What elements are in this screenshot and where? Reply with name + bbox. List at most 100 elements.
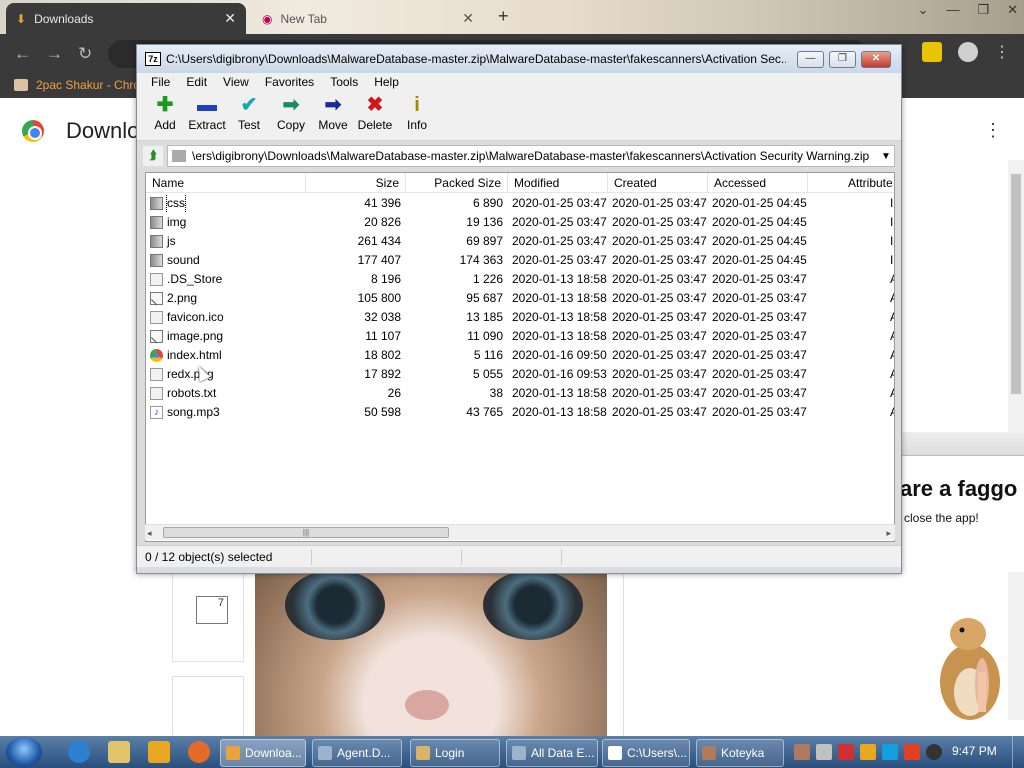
column-accessed[interactable]: Accessed: [708, 173, 808, 193]
column-size[interactable]: Size: [306, 173, 406, 193]
close-button[interactable]: ✕: [861, 51, 891, 68]
path-field[interactable]: ers\digibrony\Downloads\MalwareDatabase-…: [167, 145, 895, 167]
extension-icon[interactable]: [922, 42, 942, 62]
table-row[interactable]: js 261 434 69 897 2020-01-25 03:47 2020-01-2…: [146, 232, 894, 251]
menu-view[interactable]: View: [215, 73, 257, 91]
taskbar-button[interactable]: Agent.D...: [312, 739, 402, 767]
tab-new-tab[interactable]: ◉ New Tab ✕: [252, 3, 484, 34]
file-name-cell[interactable]: ♪ song.mp3: [150, 403, 300, 422]
more-options-icon[interactable]: ⋮: [984, 120, 1002, 141]
taskbar-button[interactable]: Login: [410, 739, 500, 767]
profile-icon[interactable]: [958, 42, 978, 62]
table-row[interactable]: image.png 11 107 11 090 2020-01-13 18:58 202…: [146, 327, 894, 346]
tab-close-icon[interactable]: ✕: [224, 10, 236, 27]
column-created[interactable]: Created: [608, 173, 708, 193]
taskbar-button[interactable]: Koteyka: [696, 739, 784, 767]
tray-search-icon[interactable]: [860, 744, 876, 760]
menu-file[interactable]: File: [143, 73, 178, 91]
menu-help[interactable]: Help: [366, 73, 407, 91]
bookmark-item[interactable]: 2pac Shakur - Chro: [36, 78, 140, 92]
table-row[interactable]: favicon.ico 32 038 13 185 2020-01-13 18:58 2…: [146, 308, 894, 327]
file-name-cell[interactable]: css: [150, 194, 300, 213]
test-button[interactable]: ✔ Test: [227, 93, 271, 139]
maximize-button[interactable]: ❐: [829, 51, 856, 68]
media-player-icon[interactable]: [148, 741, 170, 763]
close-icon[interactable]: ✕: [1007, 2, 1018, 18]
file-created: 2020-01-25 03:47: [612, 215, 707, 229]
tab-downloads[interactable]: ⬇ Downloads ✕: [6, 3, 246, 34]
column-attributes[interactable]: Attribute: [842, 173, 894, 193]
table-row[interactable]: robots.txt 26 38 2020-01-13 18:58 2020-01-25…: [146, 384, 894, 403]
show-desktop-button[interactable]: [1012, 736, 1024, 768]
firefox-icon[interactable]: [188, 741, 210, 763]
tray-display-icon[interactable]: [882, 744, 898, 760]
table-row[interactable]: css 41 396 6 890 2020-01-25 03:47 2020-01-25…: [146, 194, 894, 213]
file-packed-size: 19 136: [466, 215, 503, 229]
taskbar-button[interactable]: All Data E...: [506, 739, 598, 767]
start-button[interactable]: [6, 737, 42, 767]
scroll-left-icon[interactable]: ◂: [147, 528, 152, 539]
table-row[interactable]: sound 177 407 174 363 2020-01-25 03:47 2020-…: [146, 251, 894, 270]
file-explorer-icon[interactable]: [108, 741, 130, 763]
tab-search-icon[interactable]: ⌄: [918, 2, 929, 18]
menu-edit[interactable]: Edit: [178, 73, 215, 91]
menu-favorites[interactable]: Favorites: [257, 73, 322, 91]
minimize-button[interactable]: —: [797, 51, 824, 68]
tray-check-icon[interactable]: [838, 744, 854, 760]
window-icon: [512, 746, 526, 760]
tray-app-icon[interactable]: [816, 744, 832, 760]
user-icon: [416, 746, 430, 760]
file-name-cell[interactable]: index.html: [150, 346, 300, 365]
chrome-menu-icon[interactable]: ⋮: [994, 42, 1010, 62]
table-row[interactable]: .DS_Store 8 196 1 226 2020-01-13 18:58 2020-…: [146, 270, 894, 289]
file-name-cell[interactable]: sound: [150, 251, 300, 270]
internet-explorer-icon[interactable]: [68, 741, 90, 763]
taskbar-button-label: C:\Users\...: [627, 746, 688, 760]
add-button[interactable]: ✚ Add: [143, 93, 187, 139]
file-name-cell[interactable]: robots.txt: [150, 384, 300, 403]
move-button[interactable]: ➡ Move: [311, 93, 355, 139]
info-button[interactable]: i Info: [395, 93, 439, 139]
column-modified[interactable]: Modified: [508, 173, 608, 193]
table-row[interactable]: img 20 826 19 136 2020-01-25 03:47 2020-01-2…: [146, 213, 894, 232]
copy-button[interactable]: ➡ Copy: [269, 93, 313, 139]
file-name-cell[interactable]: image.png: [150, 327, 300, 346]
file-name-cell[interactable]: favicon.ico: [150, 308, 300, 327]
table-row[interactable]: index.html 18 802 5 116 2020-01-16 09:50 202…: [146, 346, 894, 365]
new-tab-button[interactable]: +: [498, 6, 509, 27]
tray-cat-icon[interactable]: [794, 744, 810, 760]
chevron-down-icon[interactable]: ▼: [878, 151, 894, 162]
table-row[interactable]: 2.png 105 800 95 687 2020-01-13 18:58 2020-0…: [146, 289, 894, 308]
file-attributes: I: [890, 215, 894, 229]
file-name-cell[interactable]: img: [150, 213, 300, 232]
page-scrollbar-thumb[interactable]: [1011, 174, 1021, 394]
delete-button[interactable]: ✖ Delete: [353, 93, 397, 139]
menu-tools[interactable]: Tools: [322, 73, 366, 91]
tray-flag-icon[interactable]: [904, 744, 920, 760]
file-name-cell[interactable]: redx.png: [150, 365, 300, 384]
file-name-cell[interactable]: js: [150, 232, 300, 251]
horizontal-scrollbar[interactable]: ◂ ||| ▸: [145, 524, 895, 540]
reload-icon[interactable]: ↻: [78, 44, 92, 64]
restore-icon[interactable]: ❐: [977, 2, 989, 18]
scroll-right-icon[interactable]: ▸: [886, 528, 891, 539]
title-bar[interactable]: 7z C:\Users\digibrony\Downloads\MalwareD…: [137, 45, 901, 73]
scrollbar-thumb[interactable]: |||: [163, 527, 449, 538]
table-row[interactable]: redx.png 17 892 5 055 2020-01-16 09:53 2020-…: [146, 365, 894, 384]
table-row[interactable]: ♪ song.mp3 50 598 43 765 2020-01-13 18:58 202…: [146, 403, 894, 422]
file-attributes: A: [890, 365, 894, 384]
back-icon[interactable]: ←: [14, 44, 31, 64]
tab-close-icon[interactable]: ✕: [462, 10, 474, 27]
clock[interactable]: 9:47 PM: [952, 744, 997, 758]
column-name[interactable]: Name: [146, 173, 306, 193]
minimize-icon[interactable]: —: [946, 2, 959, 18]
extract-button[interactable]: ▬ Extract: [185, 93, 229, 139]
tray-obs-icon[interactable]: [926, 744, 942, 760]
column-packed-size[interactable]: Packed Size: [406, 173, 508, 193]
up-folder-icon[interactable]: ⮭: [143, 146, 163, 166]
forward-icon[interactable]: →: [46, 44, 63, 64]
file-name-cell[interactable]: .DS_Store: [150, 270, 300, 289]
file-name-cell[interactable]: 2.png: [150, 289, 300, 308]
taskbar-button[interactable]: C:\Users\...: [602, 739, 690, 767]
taskbar-button[interactable]: Downloa...: [220, 739, 306, 767]
